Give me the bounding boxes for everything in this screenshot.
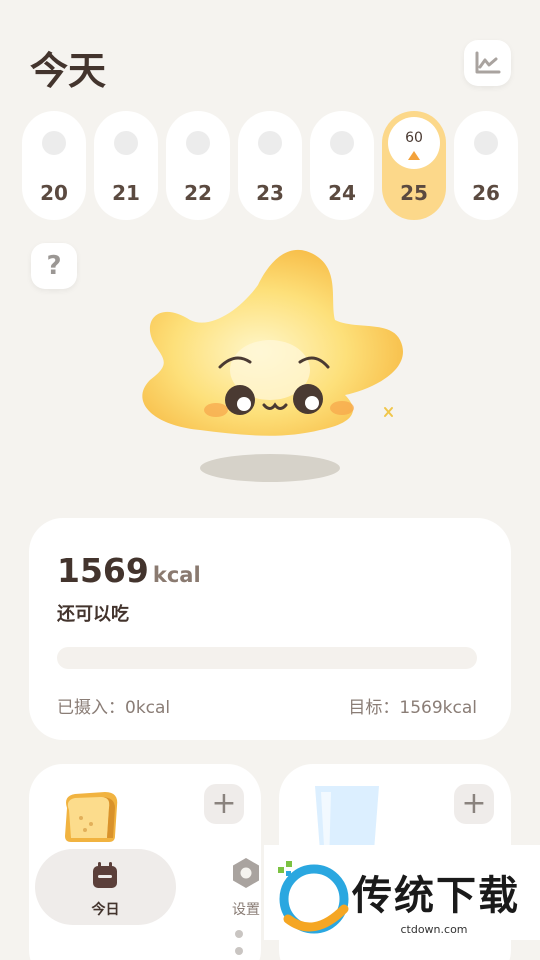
day-status-dot xyxy=(186,131,210,155)
day-21[interactable]: 21 xyxy=(94,111,158,220)
goal-text: 目标：1569kcal xyxy=(348,698,477,718)
star-mascot xyxy=(142,249,403,482)
calorie-progress-bar xyxy=(57,647,477,669)
day-number: 21 xyxy=(112,181,140,205)
day-number: 26 xyxy=(472,181,500,205)
page-indicator xyxy=(235,930,243,960)
question-mark-icon: ? xyxy=(46,251,62,281)
remaining-caption: 还可以吃 xyxy=(57,604,129,625)
mascot-right-cheek xyxy=(330,401,354,415)
settings-hexagon-icon xyxy=(233,858,259,888)
remaining-unit: kcal xyxy=(152,563,201,587)
day-status-dot xyxy=(474,131,498,155)
tab-today-label: 今日 xyxy=(91,902,120,918)
trend-chart-button[interactable] xyxy=(464,40,511,86)
watermark: 传统下载 ctdown.com xyxy=(264,845,540,940)
bread-icon xyxy=(65,792,118,842)
up-triangle-icon xyxy=(408,151,420,160)
watermark-brand: 传统下载 xyxy=(352,873,520,919)
page-title: 今天 xyxy=(30,49,107,93)
date-strip: 20 21 22 23 24 60 25 26 xyxy=(22,111,518,221)
line-chart-icon xyxy=(475,51,500,74)
day-24[interactable]: 24 xyxy=(310,111,374,220)
intake-text: 已摄入：0kcal xyxy=(57,698,171,718)
day-status-dot xyxy=(114,131,138,155)
add-water-button[interactable]: + xyxy=(454,784,494,824)
day-number: 20 xyxy=(40,181,68,205)
day-status-dot xyxy=(42,131,66,155)
day-number: 25 xyxy=(400,181,428,205)
watermark-logo xyxy=(278,861,349,934)
help-button[interactable]: ? xyxy=(31,243,77,289)
plus-icon: + xyxy=(461,786,487,821)
day-26[interactable]: 26 xyxy=(454,111,518,220)
day-20[interactable]: 20 xyxy=(22,111,86,220)
remaining-calories: 1569 kcal xyxy=(57,551,201,590)
remaining-value: 1569 xyxy=(57,551,149,590)
day-number: 22 xyxy=(184,181,212,205)
mascot-shadow xyxy=(200,454,340,482)
calendar-icon xyxy=(93,862,117,888)
add-bread-button[interactable]: + xyxy=(204,784,244,824)
day-23[interactable]: 23 xyxy=(238,111,302,220)
day-number: 23 xyxy=(256,181,284,205)
day-25-selected[interactable]: 60 25 xyxy=(382,111,446,220)
day-score: 60 xyxy=(405,130,423,146)
day-status-dot xyxy=(258,131,282,155)
day-score-bubble: 60 xyxy=(388,117,440,169)
tab-today[interactable]: 今日 xyxy=(35,849,176,925)
mascot-left-cheek xyxy=(204,403,228,417)
day-22[interactable]: 22 xyxy=(166,111,230,220)
day-status-dot xyxy=(330,131,354,155)
plus-icon: + xyxy=(211,786,237,821)
watermark-domain: ctdown.com xyxy=(354,923,514,936)
calorie-summary-card: 1569 kcal 还可以吃 已摄入：0kcal 目标：1569kcal xyxy=(29,518,511,740)
day-number: 24 xyxy=(328,181,356,205)
